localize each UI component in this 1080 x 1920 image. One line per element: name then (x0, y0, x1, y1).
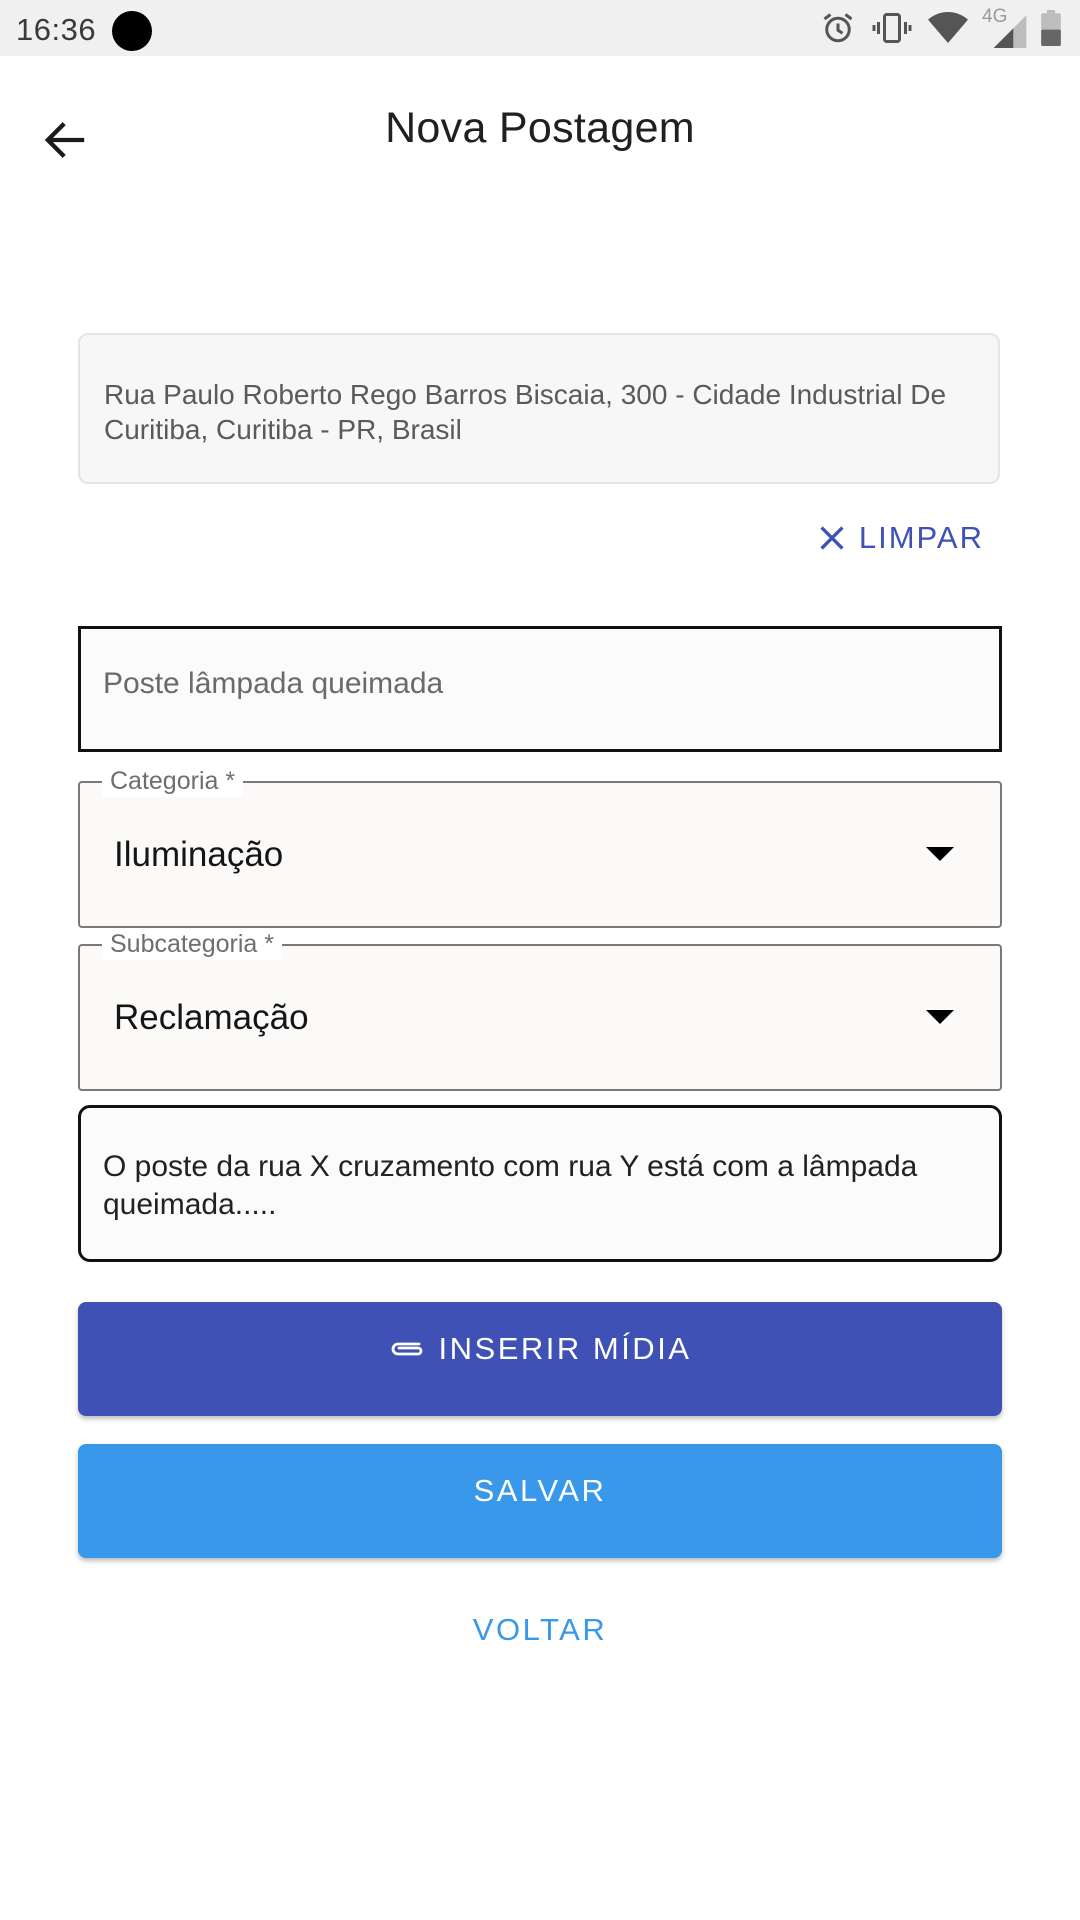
insert-media-button[interactable]: INSERIR MÍDIA (78, 1302, 1002, 1416)
page-title: Nova Postagem (385, 104, 695, 152)
post-title-field[interactable] (78, 626, 1002, 752)
wifi-icon (928, 12, 968, 43)
subcategory-select[interactable]: Subcategoria * Reclamação (78, 928, 1002, 1091)
status-icons: 4G (820, 6, 1062, 48)
save-button-label: SALVAR (473, 1473, 607, 1508)
notification-dot-icon (112, 11, 152, 51)
battery-icon (1041, 10, 1061, 46)
dropdown-arrow-icon (926, 1010, 954, 1024)
address-display: Rua Paulo Roberto Rego Barros Biscaia, 3… (78, 333, 1000, 484)
close-icon (820, 526, 844, 550)
cell-signal-icon: 4G (982, 6, 1027, 48)
status-time: 16:36 (16, 12, 97, 47)
status-bar: 16:36 4G (0, 0, 1080, 56)
description-field[interactable]: O poste da rua X cruzamento com rua Y es… (78, 1105, 1002, 1262)
category-select[interactable]: Categoria * Iluminação (78, 765, 1002, 928)
clear-button-label: LIMPAR (858, 520, 984, 555)
subcategory-value: Reclamação (114, 998, 309, 1037)
subcategory-label: Subcategoria * (102, 928, 283, 960)
alarm-icon (823, 13, 853, 43)
insert-media-label: INSERIR MÍDIA (438, 1331, 692, 1366)
category-label: Categoria * (102, 765, 244, 797)
post-title-input[interactable] (103, 667, 963, 701)
vibrate-icon (872, 13, 912, 43)
dropdown-arrow-icon (926, 847, 954, 861)
save-button[interactable]: SALVAR (78, 1444, 1002, 1558)
clear-button[interactable]: LIMPAR (819, 520, 984, 556)
category-value: Iluminação (114, 835, 284, 874)
description-input[interactable]: O poste da rua X cruzamento com rua Y es… (103, 1148, 973, 1248)
paperclip-icon (391, 1342, 422, 1356)
back-link-button[interactable]: VOLTAR (0, 1612, 1080, 1648)
